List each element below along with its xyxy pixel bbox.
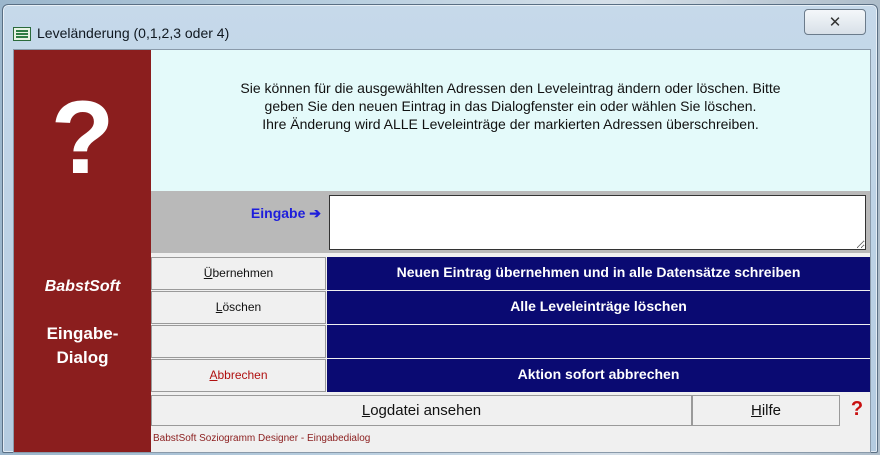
delete-button-label: öschen (222, 300, 262, 314)
app-list-icon (13, 27, 31, 41)
cancel-description: Aktion sofort abbrechen (327, 359, 870, 392)
close-button[interactable]: ✕ (804, 9, 866, 35)
cancel-button-label: bbrechen (217, 368, 268, 382)
dialog-window: Leveländerung (0,1,2,3 oder 4) ✕ ? Babst… (2, 4, 878, 453)
input-label: Eingabe ➔ (250, 205, 321, 221)
empty-description (327, 325, 870, 358)
info-line-3: Ihre Änderung wird ALLE Leveleinträge de… (262, 116, 759, 132)
brand-label: BabstSoft (44, 278, 121, 295)
client-area: ? BabstSoft Eingabe- Dialog Sie können f… (13, 49, 871, 453)
accept-button[interactable]: Übernehmen (151, 257, 326, 290)
status-bar: BabstSoft Soziogramm Designer - Eingabed… (151, 427, 870, 452)
empty-button[interactable] (151, 325, 326, 358)
delete-description: Alle Leveleinträge löschen (327, 291, 870, 324)
cancel-button[interactable]: Abbrechen (151, 359, 326, 392)
dialog-type-line-1: Eingabe- (46, 324, 119, 343)
sidebar: ? BabstSoft Eingabe- Dialog (14, 50, 151, 452)
dialog-type-line-2: Dialog (56, 348, 109, 367)
view-logfile-label: ogdatei ansehen (370, 402, 482, 419)
question-mark-icon: ? (50, 80, 115, 196)
view-logfile-button[interactable]: Logdatei ansehen (151, 395, 692, 426)
level-input[interactable] (329, 195, 866, 250)
help-question-icon[interactable]: ? (846, 395, 868, 426)
accept-description: Neuen Eintrag übernehmen und in alle Dat… (327, 257, 870, 290)
dialog-type-label: Eingabe- Dialog (14, 322, 151, 370)
view-logfile-mnemonic: L (361, 402, 371, 419)
help-mnemonic: H (750, 402, 762, 419)
accept-button-label: bernehmen (212, 266, 274, 280)
info-line-1: Sie können für die ausgewählten Adressen… (240, 80, 781, 96)
input-row: Eingabe ➔ (151, 191, 870, 253)
help-label: ilfe (761, 402, 782, 419)
info-line-2: geben Sie den neuen Eintrag in das Dialo… (264, 98, 757, 114)
window-title: Leveländerung (0,1,2,3 oder 4) (37, 25, 230, 41)
title-bar[interactable]: Leveländerung (0,1,2,3 oder 4) ✕ (3, 5, 877, 47)
delete-button[interactable]: Löschen (151, 291, 326, 324)
info-panel: Sie können für die ausgewählten Adressen… (151, 50, 870, 191)
help-button[interactable]: Hilfe (692, 395, 840, 426)
